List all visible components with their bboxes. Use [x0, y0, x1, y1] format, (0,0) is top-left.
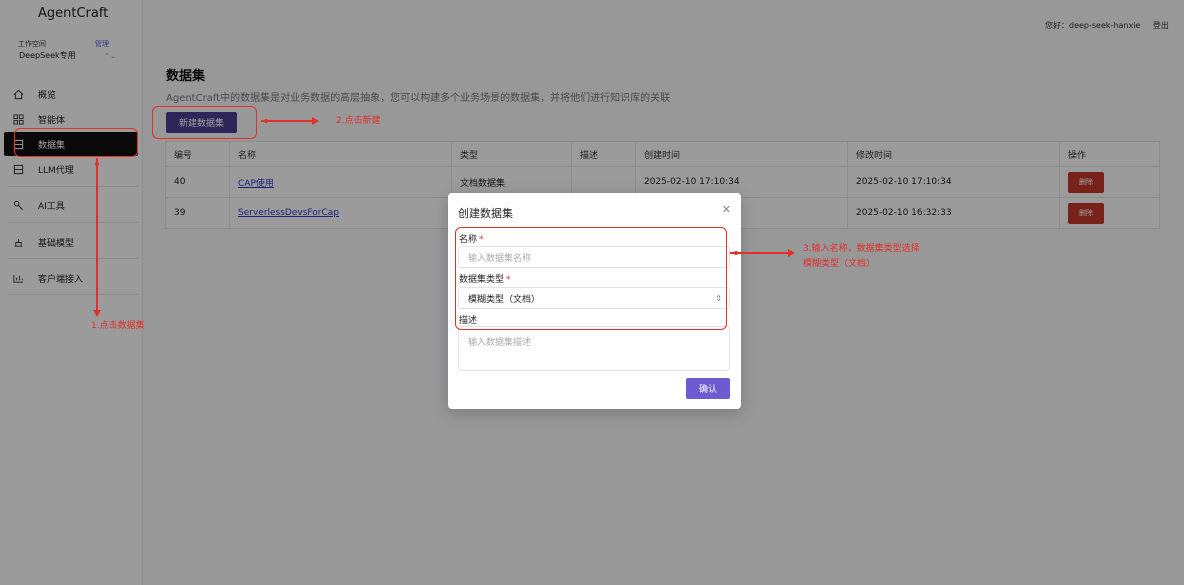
annotation-line: [96, 158, 98, 313]
annotation-line: [261, 120, 314, 122]
annotation-box-new: [152, 106, 257, 139]
annotation-line: [730, 252, 790, 254]
close-icon[interactable]: ✕: [722, 203, 731, 216]
annotation-step3-line2: 模糊类型（文档）: [803, 259, 876, 269]
annotation-box-datasets: [14, 128, 138, 157]
annotation-arrow: [312, 117, 319, 125]
annotation-step3-line1: 3.输入名称，数据集类型选择: [803, 244, 920, 254]
annotation-step1: 1.点击数据集: [91, 321, 145, 331]
annotation-step2: 2.点击新建: [336, 116, 381, 126]
dataset-description-textarea[interactable]: 输入数据集描述: [458, 326, 730, 371]
annotation-arrow: [92, 310, 101, 317]
annotation-box-form: [455, 227, 727, 330]
confirm-button[interactable]: 确认: [686, 378, 730, 399]
annotation-arrow: [788, 249, 795, 257]
dialog-title: 创建数据集: [458, 207, 513, 220]
annotation-dot: [264, 118, 268, 123]
annotation-dot: [94, 162, 99, 166]
